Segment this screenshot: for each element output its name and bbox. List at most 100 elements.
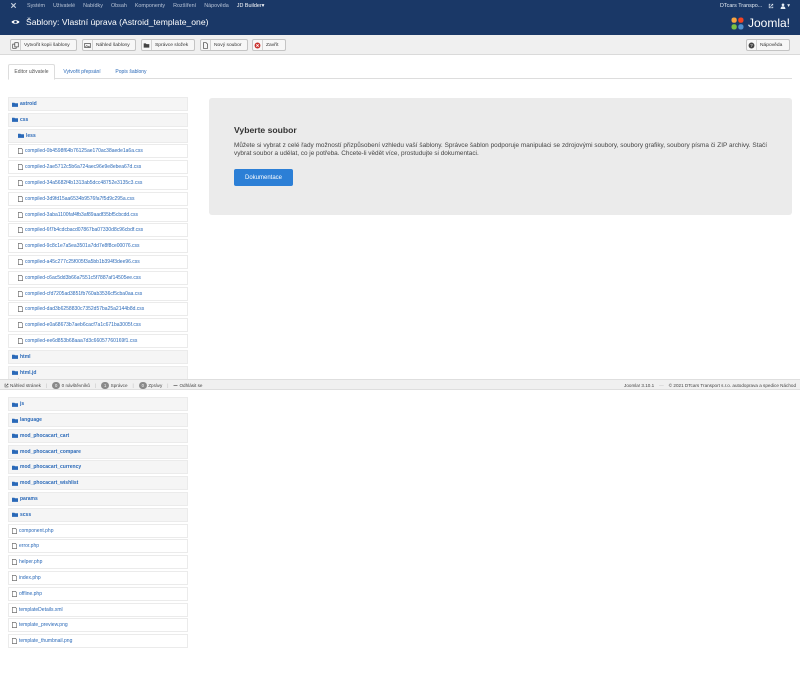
tree-folder-mod-phocacart-wishlist[interactable]: mod_phocacart_wishlist [8, 476, 188, 491]
status-separator: | [45, 382, 48, 388]
tree-folder-params[interactable]: params [8, 492, 188, 506]
tree-row-label: index.php [19, 575, 41, 581]
tree-row-label: mod_phocacart_compare [20, 448, 81, 455]
tree-file-less-css[interactable]: compiled-2ae5712c5b6a724aec96e9e8ebea67d… [8, 160, 188, 175]
tree-file-template-preview-png[interactable]: template_preview.png [8, 618, 188, 633]
file-icon-wrap [18, 322, 23, 329]
messages-link[interactable]: 0 Zprávy [138, 381, 162, 389]
tree-folder-html[interactable]: html [8, 349, 188, 364]
menu-components[interactable]: Komponenty [135, 3, 165, 9]
folder-icon-wrap [12, 402, 18, 407]
view-site-link[interactable]: Náhled stránek [4, 383, 41, 388]
tab-editor[interactable]: Editor uživatele [8, 64, 55, 80]
toolbar: Vytvořit kopii šablony Náhled šablony Sp… [0, 35, 800, 55]
admin-menu-bar: Systém Uživatelé Nabídky Obsah Komponent… [0, 0, 800, 11]
tree-row-label: less [26, 132, 36, 139]
menu-system[interactable]: Systém [27, 3, 45, 9]
template-preview-button[interactable]: Náhled šablony [82, 39, 136, 51]
menu-menus[interactable]: Nabídky [83, 3, 103, 9]
close-button[interactable]: Zavřít [252, 39, 286, 51]
tree-file-error-php[interactable]: error.php [8, 539, 188, 554]
tree-file-helper-php[interactable]: helper.php [8, 555, 188, 570]
tree-folder-css[interactable]: css [8, 112, 188, 127]
tree-file-less-css[interactable]: compiled-6f7b4cdcbacd07867ba07330d8c96cb… [8, 223, 188, 238]
tree-file-less-css[interactable]: compiled-9c8c1e7a5ea3501a7dd7e8f8ce00076… [8, 239, 188, 254]
tree-file-offline-php[interactable]: offline.php [8, 586, 188, 601]
admins-indicator: 1 Správce [101, 381, 128, 389]
folder-icon [12, 512, 18, 518]
logout-link[interactable]: Odhlásit se [173, 383, 202, 388]
tab-bar: Editor uživatele Vytvořit přepsání Popis… [8, 64, 792, 80]
tree-folder-mod-phocacart-compare[interactable]: mod_phocacart_compare [8, 444, 188, 459]
tree-folder-html-jd[interactable]: html.jd [8, 365, 188, 380]
site-name-link[interactable]: DTcars Transpo... [720, 3, 762, 9]
tree-folder-mod-phocacart-currency[interactable]: mod_phocacart_currency [8, 460, 188, 475]
tree-file-templateDetails-xml[interactable]: templateDetails.xml [8, 602, 188, 617]
folder-icon-wrap [12, 370, 18, 375]
user-menu[interactable]: ▾ [780, 3, 790, 9]
status-bar: Náhled stránek | 00 návštěvníků | 1 Správ… [0, 379, 800, 390]
tree-folder-js[interactable]: js [8, 397, 188, 412]
tree-row-label: compiled-2ae5712c5b6a724aec96e9e8ebea67d… [25, 164, 142, 171]
tree-folder-less[interactable]: less [8, 128, 188, 143]
tree-folder-astroid[interactable]: astroid [8, 97, 188, 111]
file-icon [12, 527, 17, 534]
new-file-button[interactable]: Nový soubor [200, 39, 248, 51]
file-icon [18, 148, 23, 155]
folder-icon-wrap [12, 512, 18, 518]
tree-file-less-css[interactable]: compiled-cfd7205ad3851fb760ab3536cf5cba0… [8, 286, 188, 301]
tab-create-overrides[interactable]: Vytvořit přepsání [57, 64, 107, 79]
file-icon-wrap [18, 290, 23, 297]
file-icon [12, 622, 17, 629]
tree-folder-language[interactable]: language [8, 413, 188, 427]
top-menu: Systém Uživatelé Nabídky Obsah Komponent… [27, 0, 264, 11]
tree-file-less-css[interactable]: compiled-ee6d853b68aaa7d3c66057760169f1.… [8, 334, 188, 348]
menu-help[interactable]: Nápověda [204, 3, 229, 9]
tree-file-component-php[interactable]: component.php [8, 523, 188, 538]
help-button[interactable]: ? Nápověda [746, 39, 790, 51]
folder-manager-button[interactable]: Správce složek [141, 39, 195, 51]
file-icon-wrap [12, 622, 17, 629]
joomla-logo-icon[interactable] [10, 2, 17, 9]
tree-row-label: compiled-e0a68673b7aeb6cacf7a1c671ba3005… [25, 322, 141, 329]
minus-icon [173, 384, 178, 386]
file-icon [12, 606, 17, 613]
tree-file-index-php[interactable]: index.php [8, 571, 188, 585]
file-icon-wrap [18, 243, 23, 250]
tree-file-less-css[interactable]: compiled-c6ac5dd3b66a7551c5f7887af14505e… [8, 270, 188, 285]
file-icon-wrap [18, 306, 23, 313]
tree-file-less-css[interactable]: compiled-3d9fd15aa6534b9576fa7f5d9c295a.… [8, 191, 188, 206]
folder-icon-wrap [12, 481, 18, 486]
copy-template-button[interactable]: Vytvořit kopii šablony [10, 39, 77, 51]
tree-row-label: mod_phocacart_currency [20, 464, 82, 471]
tree-file-less-css[interactable]: compiled-34a5682f4b1313ab5dcc48752e3135c… [8, 176, 188, 190]
tree-file-less-css[interactable]: compiled-3aba1100faf4fb3af89aadf35bf5cbc… [8, 207, 188, 222]
copy-template-label: Vytvořit kopii šablony [24, 42, 70, 48]
tree-row-label: template_preview.png [19, 622, 68, 629]
tree-row-label: astroid [20, 101, 37, 107]
folder-icon [12, 433, 18, 439]
folder-icon [143, 42, 150, 48]
documentation-button[interactable]: Dokumentace [234, 169, 293, 186]
external-link-icon[interactable] [768, 3, 774, 9]
file-icon [18, 227, 23, 234]
tree-folder-scss[interactable]: scss [8, 507, 188, 522]
tree-file-template-thumbnail-png[interactable]: template_thumbnail.png [8, 634, 188, 649]
tree-file-less-css[interactable]: compiled-0b4598f64b76125ae170ac38aede1a6… [8, 144, 188, 159]
tree-row-label: offline.php [19, 590, 42, 597]
menu-content[interactable]: Obsah [111, 3, 127, 9]
menu-users[interactable]: Uživatelé [53, 3, 75, 9]
tree-file-less-css[interactable]: compiled-e0a68673b7aeb6cacf7a1c671ba3005… [8, 318, 188, 333]
tree-folder-mod-phocacart-cart[interactable]: mod_phocacart_cart [8, 428, 188, 443]
menu-extensions[interactable]: Rozšíření [173, 3, 196, 9]
tab-template-description[interactable]: Popis šablony [109, 64, 153, 79]
folder-icon [12, 117, 18, 123]
tree-file-less-css[interactable]: compiled-dad3b6258830c7352d57ba25a2144b8… [8, 302, 188, 317]
folder-icon-wrap [12, 102, 18, 107]
menu-jd-builder[interactable]: JD Builder▾ [237, 3, 265, 9]
tree-file-less-css[interactable]: compiled-a45c277c25f005f3a5bb1b394f3dee9… [8, 255, 188, 269]
file-icon [18, 338, 23, 344]
file-icon-wrap [12, 527, 17, 534]
tree-row-label: error.php [19, 543, 40, 550]
file-icon-wrap [12, 590, 17, 597]
